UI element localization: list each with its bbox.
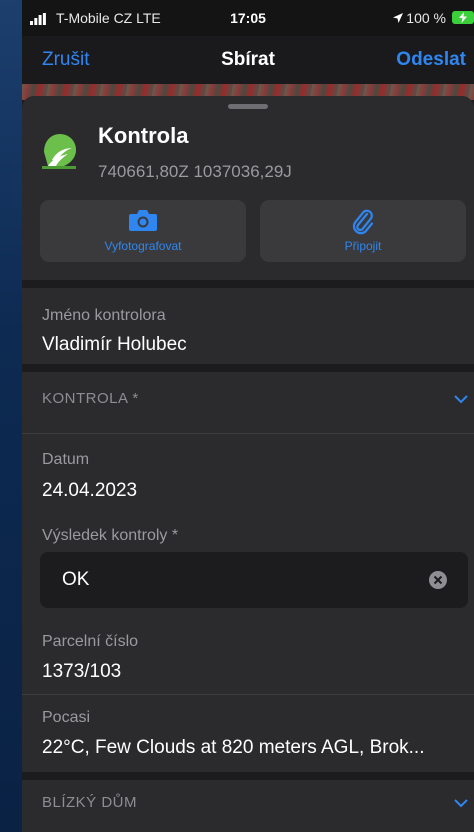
section-kontrola-title[interactable]: KONTROLA * xyxy=(42,390,139,407)
paperclip-icon xyxy=(352,209,374,235)
weather-value[interactable]: 22°C, Few Clouds at 820 meters AGL, Brok… xyxy=(42,737,425,759)
feature-title: Kontrola xyxy=(98,123,189,148)
chevron-down-icon[interactable] xyxy=(454,798,468,808)
app-screen: T-Mobile CZ LTE 17:05 100 % Zrušit Sbíra… xyxy=(22,0,474,832)
attach-label: Připojit xyxy=(344,239,382,253)
divider xyxy=(22,433,474,434)
feature-layer-icon xyxy=(42,134,76,169)
sheet-grabber[interactable] xyxy=(228,104,268,109)
take-photo-button[interactable]: Vyfotografovat xyxy=(40,200,246,262)
section-divider xyxy=(22,772,474,780)
date-label: Datum xyxy=(42,451,90,468)
location-arrow-icon xyxy=(393,13,403,23)
weather-label: Pocasi xyxy=(42,709,91,726)
section-house-title[interactable]: BLÍZKÝ DŮM xyxy=(42,794,137,811)
parcel-value[interactable]: 1373/103 xyxy=(42,661,121,683)
take-photo-label: Vyfotografovat xyxy=(104,239,182,253)
inspector-value[interactable]: Vladimír Holubec xyxy=(42,334,187,356)
chevron-down-icon[interactable] xyxy=(454,394,468,404)
feature-coordinates: 740661,80Z 1037036,29J xyxy=(98,162,292,181)
result-input[interactable]: OK xyxy=(40,552,468,608)
section-divider xyxy=(22,280,474,288)
desktop-background xyxy=(0,0,22,832)
result-label: Výsledek kontroly * xyxy=(42,527,179,544)
send-button[interactable]: Odeslat xyxy=(396,49,466,71)
navigation-bar: Zrušit Sbírat Odeslat xyxy=(22,36,474,84)
date-value[interactable]: 24.04.2023 xyxy=(42,480,137,502)
battery-percent: 100 % xyxy=(406,10,446,26)
result-value: OK xyxy=(62,569,90,590)
parcel-label: Parcelní číslo xyxy=(42,633,139,650)
divider xyxy=(22,694,474,695)
battery-icon xyxy=(452,11,474,24)
section-divider xyxy=(22,364,474,372)
status-bar: T-Mobile CZ LTE 17:05 100 % xyxy=(22,0,474,36)
attach-button[interactable]: Připojit xyxy=(260,200,466,262)
inspector-label: Jméno kontrolora xyxy=(42,307,166,324)
feature-sheet: Kontrola 740661,80Z 1037036,29J Vyfotogr… xyxy=(22,96,474,832)
clear-icon[interactable] xyxy=(428,570,448,590)
camera-icon xyxy=(129,210,157,231)
